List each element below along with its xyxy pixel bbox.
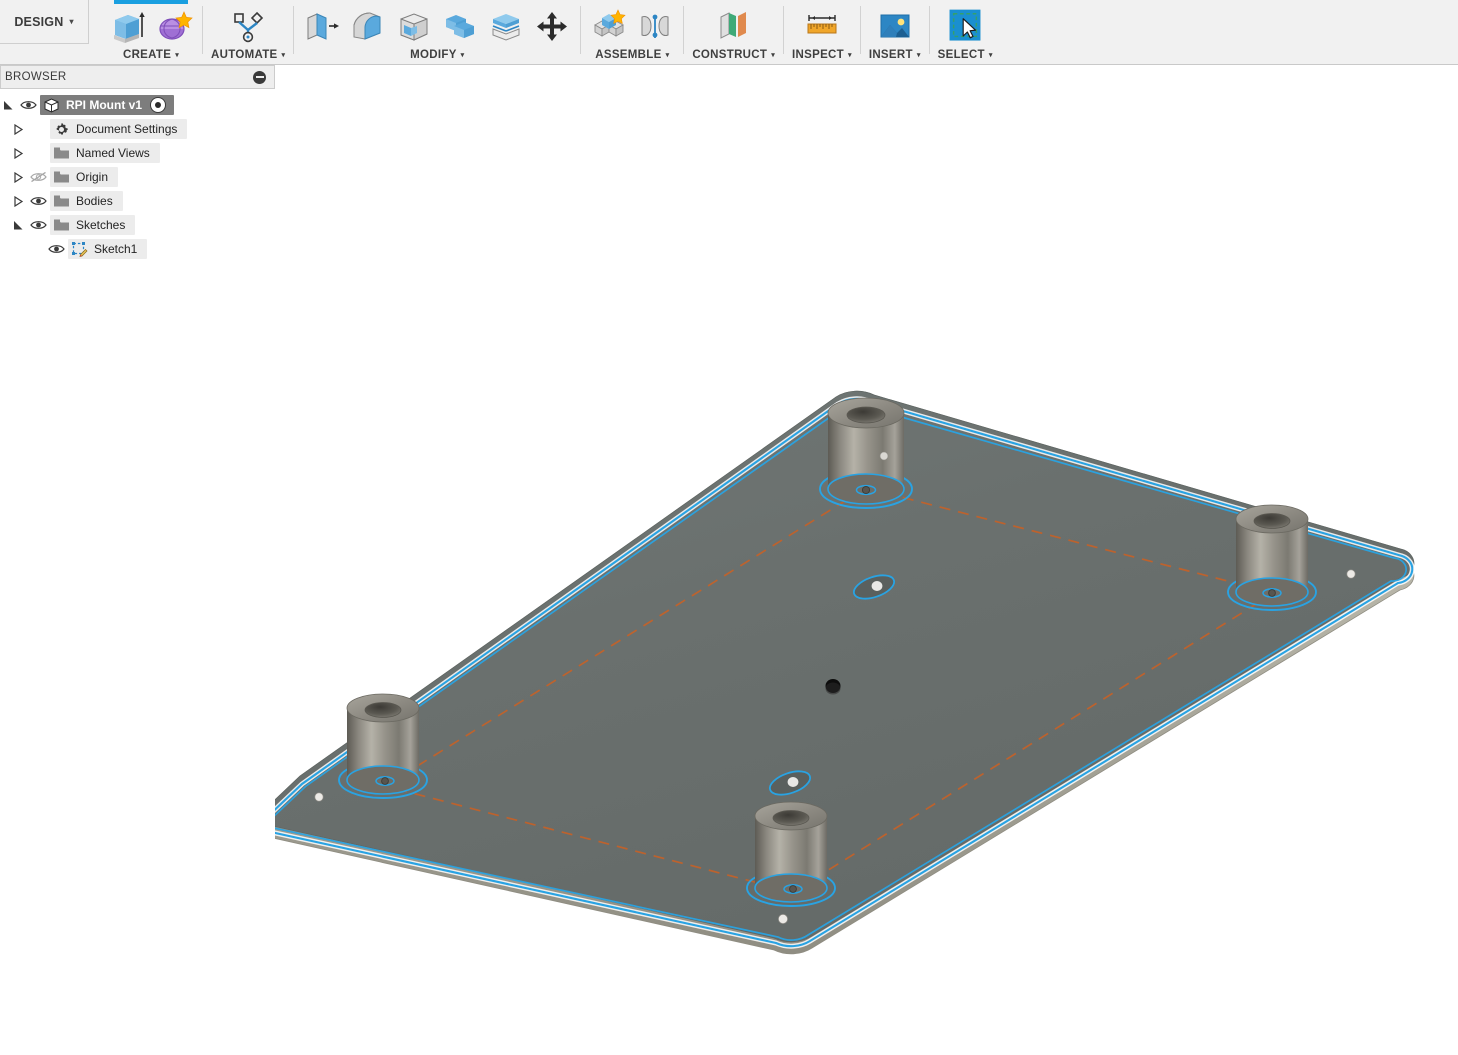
twisty-collapsed-icon[interactable] bbox=[10, 117, 26, 141]
ribbon-group-construct: CONSTRUCT ▾ bbox=[684, 0, 783, 64]
new-component-icon[interactable] bbox=[589, 6, 629, 46]
folder-icon bbox=[50, 215, 72, 235]
ribbon-group-construct-label[interactable]: CONSTRUCT ▾ bbox=[692, 46, 775, 64]
workspace-menu-design[interactable]: DESIGN ▾ bbox=[0, 0, 89, 44]
tree-node-body[interactable]: RPI Mount v1 bbox=[40, 95, 175, 115]
component-icon bbox=[40, 95, 62, 115]
automate-icon[interactable] bbox=[228, 6, 268, 46]
viewport-canvas[interactable] bbox=[275, 65, 1458, 1055]
shell-icon[interactable] bbox=[394, 6, 434, 46]
ribbon-group-create: CREATE ▾ bbox=[100, 0, 202, 64]
standoff-bottom[interactable] bbox=[746, 801, 836, 907]
browser-title: BROWSER bbox=[5, 71, 67, 83]
ribbon-group-insert: INSERT ▾ bbox=[861, 0, 929, 64]
ribbon-group-assemble-label[interactable]: ASSEMBLE ▾ bbox=[595, 46, 669, 64]
ribbon-group-insert-label[interactable]: INSERT ▾ bbox=[869, 46, 921, 64]
ribbon-group-modify: MODIFY ▾ bbox=[294, 0, 580, 64]
model-3d-render bbox=[275, 390, 1415, 955]
twisty-expanded-icon[interactable] bbox=[0, 93, 16, 117]
offset-plane-icon[interactable] bbox=[714, 6, 754, 46]
chevron-down-icon: ▾ bbox=[460, 52, 465, 59]
standoff-right[interactable] bbox=[1227, 504, 1317, 611]
tree-item-label: RPI Mount v1 bbox=[66, 98, 143, 112]
visibility-eye-off-icon[interactable] bbox=[26, 165, 50, 189]
tree-item-label: Origin bbox=[76, 170, 109, 184]
split-face-icon[interactable] bbox=[486, 6, 526, 46]
active-tab-indicator bbox=[114, 0, 188, 4]
tree-item-rpi-mount-v1[interactable]: RPI Mount v1 bbox=[0, 93, 275, 117]
visibility-eye-icon[interactable] bbox=[16, 93, 40, 117]
combine-icon[interactable] bbox=[440, 6, 480, 46]
ribbon-group-assemble: ASSEMBLE ▾ bbox=[581, 0, 683, 64]
ribbon-group-select: SELECT ▾ bbox=[930, 0, 1001, 64]
tree-item-label: Bodies bbox=[76, 194, 113, 208]
chevron-down-icon: ▾ bbox=[848, 52, 852, 59]
chevron-down-icon: ▾ bbox=[175, 52, 180, 59]
twisty-collapsed-icon[interactable] bbox=[10, 141, 26, 165]
tree-item-sketch1[interactable]: Sketch1 bbox=[0, 237, 275, 261]
tree-item-bodies[interactable]: Bodies bbox=[0, 189, 275, 213]
ribbon-group-inspect-label[interactable]: INSPECT ▾ bbox=[792, 46, 852, 64]
chevron-down-icon: ▾ bbox=[665, 52, 670, 59]
chevron-down-icon: ▾ bbox=[771, 52, 776, 59]
browser-tree: RPI Mount v1 Document Settings Named Vie… bbox=[0, 89, 275, 261]
press-pull-icon[interactable] bbox=[302, 6, 342, 46]
no-visibility-placeholder bbox=[26, 117, 50, 141]
ribbon-group-select-label[interactable]: SELECT ▾ bbox=[938, 46, 993, 64]
chevron-down-icon: ▾ bbox=[281, 52, 286, 59]
twisty-expanded-icon[interactable] bbox=[10, 213, 26, 237]
tree-node-body[interactable]: Document Settings bbox=[50, 119, 188, 139]
chevron-down-icon: ▾ bbox=[69, 17, 74, 26]
form-create-icon[interactable] bbox=[154, 6, 194, 46]
tree-item-document-settings[interactable]: Document Settings bbox=[0, 117, 275, 141]
twisty-collapsed-icon[interactable] bbox=[10, 165, 26, 189]
tree-item-label: Named Views bbox=[76, 146, 150, 160]
visibility-eye-icon[interactable] bbox=[26, 189, 50, 213]
folder-icon bbox=[50, 167, 72, 187]
joint-icon[interactable] bbox=[635, 6, 675, 46]
sketch-icon bbox=[68, 239, 90, 259]
ribbon-group-inspect: INSPECT ▾ bbox=[784, 0, 860, 64]
visibility-eye-icon[interactable] bbox=[44, 237, 68, 261]
ribbon-group-automate: AUTOMATE ▾ bbox=[203, 0, 293, 64]
no-visibility-placeholder bbox=[26, 141, 50, 165]
tree-node-body[interactable]: Sketch1 bbox=[68, 239, 148, 259]
gear-icon bbox=[50, 119, 72, 139]
standoff-top[interactable] bbox=[819, 397, 913, 509]
insert-image-icon[interactable] bbox=[875, 6, 915, 46]
tree-node-body[interactable]: Sketches bbox=[50, 215, 136, 235]
tree-item-origin[interactable]: Origin bbox=[0, 165, 275, 189]
tree-item-sketches[interactable]: Sketches bbox=[0, 213, 275, 237]
select-cursor-icon[interactable] bbox=[945, 6, 985, 46]
activate-component-radio[interactable] bbox=[150, 97, 167, 113]
chevron-down-icon: ▾ bbox=[988, 52, 993, 59]
standoff-left[interactable] bbox=[338, 693, 428, 799]
fillet-icon[interactable] bbox=[348, 6, 388, 46]
tree-item-label: Sketches bbox=[76, 218, 126, 232]
move-copy-icon[interactable] bbox=[532, 6, 572, 46]
folder-icon bbox=[50, 143, 72, 163]
tree-item-label: Sketch1 bbox=[94, 242, 138, 256]
tree-node-body[interactable]: Named Views bbox=[50, 143, 160, 163]
browser-panel: BROWSER RPI Mount v1 Document Settings N… bbox=[0, 65, 275, 261]
tree-node-body[interactable]: Origin bbox=[50, 167, 119, 187]
folder-icon bbox=[50, 191, 72, 211]
ribbon-group-modify-label[interactable]: MODIFY ▾ bbox=[410, 46, 464, 64]
twisty-collapsed-icon[interactable] bbox=[10, 189, 26, 213]
collapse-icon[interactable] bbox=[253, 70, 266, 84]
browser-header: BROWSER bbox=[0, 65, 275, 89]
center-hole[interactable] bbox=[825, 679, 841, 695]
tree-item-named-views[interactable]: Named Views bbox=[0, 141, 275, 165]
workspace-menu-label: DESIGN bbox=[14, 14, 64, 29]
chevron-down-icon: ▾ bbox=[916, 52, 921, 59]
measure-icon[interactable] bbox=[802, 6, 842, 46]
extrude-icon[interactable] bbox=[108, 6, 148, 46]
tree-item-label: Document Settings bbox=[76, 122, 178, 136]
ribbon-group-create-label[interactable]: CREATE ▾ bbox=[123, 46, 179, 64]
ribbon-group-automate-label[interactable]: AUTOMATE ▾ bbox=[211, 46, 285, 64]
visibility-eye-icon[interactable] bbox=[26, 213, 50, 237]
tree-node-body[interactable]: Bodies bbox=[50, 191, 123, 211]
ribbon-toolbar: DESIGN ▾ CREATE ▾ AUTOMATE ▾ MODIFY ▾ AS… bbox=[0, 0, 1458, 65]
